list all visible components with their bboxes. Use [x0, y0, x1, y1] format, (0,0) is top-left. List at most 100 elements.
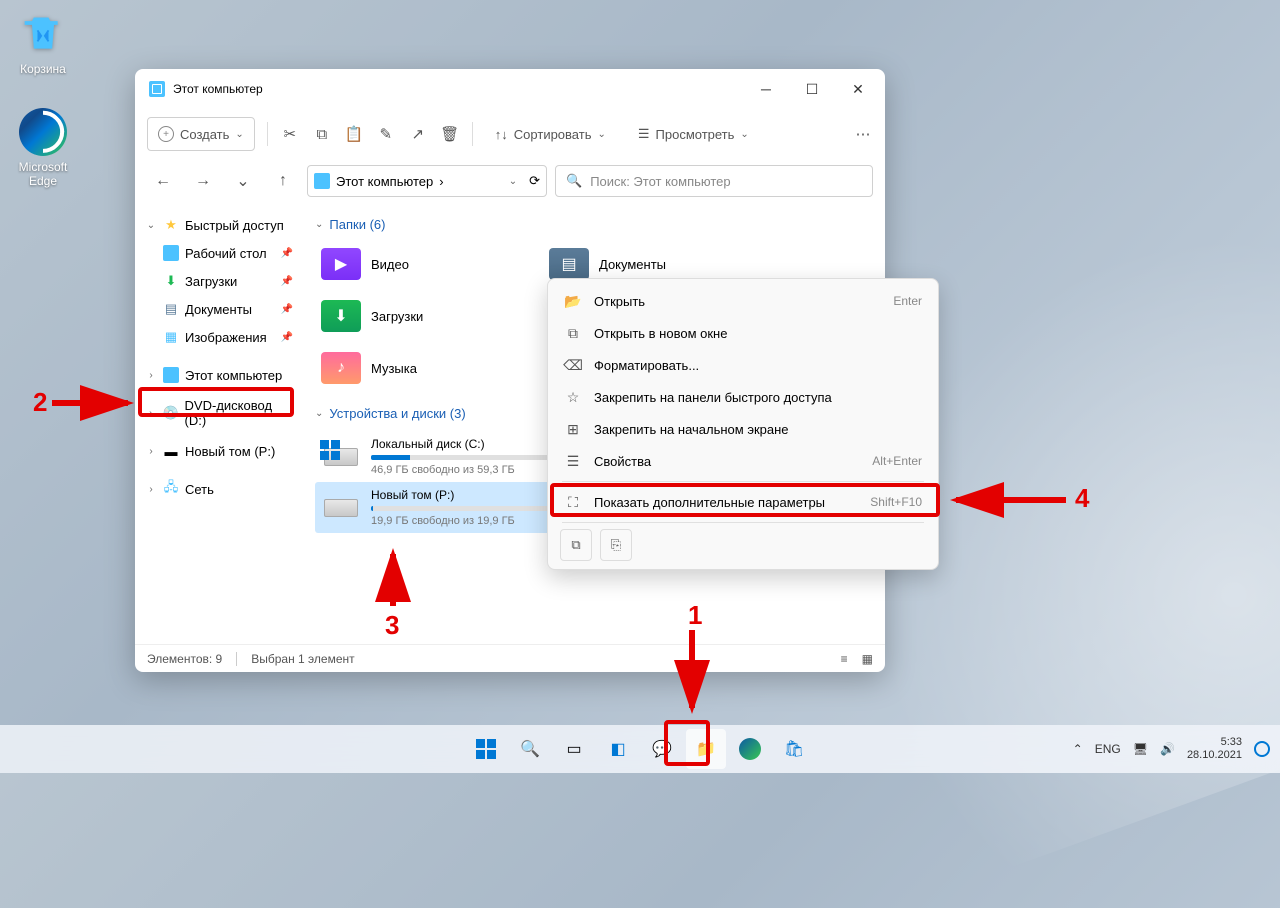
refresh-icon[interactable]: ⟳: [529, 173, 540, 189]
chevron-down-icon: ⌄: [235, 129, 243, 140]
address-bar[interactable]: Этот компьютер › ⌄ ⟳: [307, 165, 547, 197]
chat-button[interactable]: 💬: [642, 729, 682, 769]
chevron-down-icon: ⌄: [740, 129, 748, 140]
document-icon: ▤: [163, 301, 179, 317]
forward-button[interactable]: →: [187, 165, 219, 197]
chevron-right-icon: ›: [145, 370, 157, 381]
view-icon: ☰: [638, 126, 650, 142]
paste-icon[interactable]: 📋: [344, 124, 364, 144]
sidebar-item-documents[interactable]: ▤ Документы 📌: [139, 295, 299, 323]
annotation-2: 2: [33, 387, 47, 418]
sidebar-item-pictures[interactable]: ▦ Изображения 📌: [139, 323, 299, 351]
view-button[interactable]: ☰ Просмотреть ⌄: [628, 117, 759, 151]
pc-icon: [163, 367, 179, 383]
task-view-button[interactable]: ▭: [554, 729, 594, 769]
breadcrumb-sep: ›: [439, 174, 443, 189]
more-icon[interactable]: ⋯: [853, 124, 873, 144]
network-icon: 🖧: [163, 481, 179, 497]
ctx-format[interactable]: ⌫ Форматировать...: [554, 349, 932, 381]
store-button[interactable]: 🛍: [774, 729, 814, 769]
ctx-open[interactable]: 📂 Открыть Enter: [554, 285, 932, 317]
sidebar-item-desktop[interactable]: Рабочий стол 📌: [139, 239, 299, 267]
delete-icon[interactable]: 🗑: [440, 124, 460, 144]
rename-icon[interactable]: ✎: [376, 124, 396, 144]
network-icon[interactable]: 🖥: [1133, 742, 1148, 756]
drive-icon: ▬: [163, 443, 179, 459]
sidebar: ⌄ ★ Быстрый доступ Рабочий стол 📌 ⬇ Загр…: [135, 203, 303, 644]
recycle-icon: [19, 10, 67, 58]
copy-icon[interactable]: ⧉: [560, 529, 592, 561]
pin-icon: 📌: [281, 276, 293, 287]
view-details-icon[interactable]: ≡: [841, 652, 848, 666]
search-button[interactable]: 🔍: [510, 729, 550, 769]
widgets-button[interactable]: ◧: [598, 729, 638, 769]
search-bar[interactable]: 🔍 Поиск: Этот компьютер: [555, 165, 873, 197]
separator: [562, 522, 924, 523]
edge-label: Microsoft Edge: [5, 160, 81, 188]
ctx-pin-start[interactable]: ⊞ Закрепить на начальном экране: [554, 413, 932, 445]
drive-icon: [321, 494, 361, 522]
pin-icon: 📌: [281, 332, 293, 343]
pc-icon: [314, 173, 330, 189]
sidebar-item-downloads[interactable]: ⬇ Загрузки 📌: [139, 267, 299, 295]
folders-group-header[interactable]: ⌄ Папки (6): [315, 217, 873, 232]
drive-p[interactable]: Новый том (P:) 19,9 ГБ свободно из 19,9 …: [315, 482, 555, 533]
separator: [472, 122, 473, 146]
pin-icon: 📌: [281, 304, 293, 315]
share-icon[interactable]: ↗: [408, 124, 428, 144]
copy-icon[interactable]: ⧉: [312, 124, 332, 144]
edge-taskbar-button[interactable]: [730, 729, 770, 769]
sidebar-this-pc[interactable]: › Этот компьютер: [139, 361, 299, 389]
back-button[interactable]: ←: [147, 165, 179, 197]
documents-folder-icon: ▤: [549, 248, 589, 280]
paste-icon[interactable]: ⎘: [600, 529, 632, 561]
notifications-icon[interactable]: [1254, 741, 1270, 757]
ctx-properties[interactable]: ☰ Свойства Alt+Enter: [554, 445, 932, 477]
downloads-folder-icon: ⬇: [321, 300, 361, 332]
sidebar-network[interactable]: › 🖧 Сеть: [139, 475, 299, 503]
format-icon: ⌫: [564, 356, 582, 374]
sidebar-new-volume[interactable]: › ▬ Новый том (P:): [139, 437, 299, 465]
sidebar-dvd[interactable]: › 💿 DVD-дисковод (D:): [139, 399, 299, 427]
folder-music[interactable]: ♪ Музыка: [315, 346, 535, 390]
view-tiles-icon[interactable]: ▦: [862, 652, 873, 666]
maximize-button[interactable]: ☐: [789, 73, 835, 105]
ctx-pin-quick[interactable]: ☆ Закрепить на панели быстрого доступа: [554, 381, 932, 413]
star-icon: ★: [163, 217, 179, 233]
clock[interactable]: 5:33 28.10.2021: [1187, 736, 1242, 762]
drive-c[interactable]: Локальный диск (C:) 46,9 ГБ свободно из …: [315, 431, 555, 482]
separator: [267, 122, 268, 146]
download-icon: ⬇: [163, 273, 179, 289]
ctx-show-more[interactable]: ⛶ Показать дополнительные параметры Shif…: [554, 486, 932, 518]
ctx-open-new-window[interactable]: ⧉ Открыть в новом окне: [554, 317, 932, 349]
explorer-taskbar-button[interactable]: 📁: [686, 729, 726, 769]
recent-button[interactable]: ⌄: [227, 165, 259, 197]
cut-icon[interactable]: ✂: [280, 124, 300, 144]
context-menu: 📂 Открыть Enter ⧉ Открыть в новом окне ⌫…: [547, 278, 939, 570]
window-icon: [149, 81, 165, 97]
picture-icon: ▦: [163, 329, 179, 345]
tray-chevron-icon[interactable]: ⌃: [1073, 742, 1083, 756]
chevron-down-icon[interactable]: ⌄: [509, 176, 517, 187]
minimize-button[interactable]: ─: [743, 73, 789, 105]
new-button[interactable]: + Создать ⌄: [147, 117, 255, 151]
chevron-right-icon: ›: [145, 446, 157, 457]
desktop-edge[interactable]: Microsoft Edge: [5, 108, 81, 188]
address-text: Этот компьютер: [336, 174, 433, 189]
desktop-icon: [163, 245, 179, 261]
close-button[interactable]: ✕: [835, 73, 881, 105]
start-button[interactable]: [466, 729, 506, 769]
lang-indicator[interactable]: ENG: [1095, 742, 1121, 756]
up-button[interactable]: ↑: [267, 165, 299, 197]
desktop-recycle-bin[interactable]: Корзина: [5, 10, 81, 76]
titlebar[interactable]: Этот компьютер ─ ☐ ✕: [135, 69, 885, 109]
folder-video[interactable]: ▶ Видео: [315, 242, 535, 286]
sort-button[interactable]: ↑↓ Сортировать ⌄: [485, 117, 616, 151]
navbar: ← → ⌄ ↑ Этот компьютер › ⌄ ⟳ 🔍 Поиск: Эт…: [135, 159, 885, 203]
sidebar-quick-access[interactable]: ⌄ ★ Быстрый доступ: [139, 211, 299, 239]
status-selected: Выбран 1 элемент: [251, 652, 354, 666]
folder-downloads[interactable]: ⬇ Загрузки: [315, 294, 535, 338]
volume-icon[interactable]: 🔊: [1160, 742, 1175, 756]
drive-icon: [321, 443, 361, 471]
annotation-4: 4: [1075, 483, 1089, 514]
